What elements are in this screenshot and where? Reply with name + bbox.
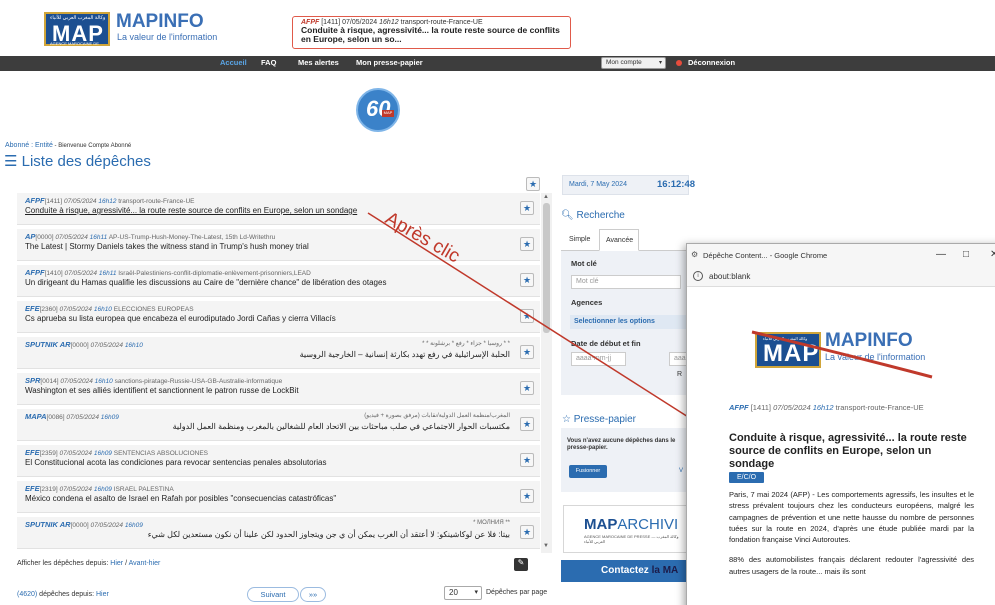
- dispatch-popup-window[interactable]: ⚙ Dépêche Content... - Google Chrome — □…: [686, 243, 995, 605]
- popup-title: Conduite à risque, agressivité... la rou…: [729, 432, 967, 471]
- strike-mark: [751, 330, 933, 379]
- popup-meta: AFPF [1411] 07/05/2024 16h12 transport-r…: [729, 403, 969, 412]
- popup-window-title: Dépêche Content... - Google Chrome: [703, 251, 828, 260]
- close-icon[interactable]: ✕: [990, 249, 995, 260]
- maximize-icon[interactable]: □: [963, 249, 969, 260]
- popup-body-p1: Paris, 7 mai 2024 (AFP) - Les comporteme…: [729, 490, 974, 544]
- popup-date: 07/05/2024: [773, 403, 811, 412]
- popup-id: [1411]: [750, 403, 771, 412]
- minimize-icon[interactable]: —: [936, 249, 946, 260]
- chrome-icon: ⚙: [691, 250, 699, 259]
- popup-category-badge: E/C/O: [729, 472, 764, 483]
- popup-time: 16h12: [812, 403, 834, 412]
- popup-url[interactable]: about:blank: [709, 272, 750, 281]
- popup-addressbar[interactable]: i about:blank: [687, 268, 995, 287]
- popup-agency: AFPF: [729, 403, 749, 412]
- popup-body: Paris, 7 mai 2024 (AFP) - Les comporteme…: [729, 489, 974, 577]
- popup-body-p2: 88% des automobilistes français déclaren…: [729, 555, 974, 576]
- info-icon: i: [693, 271, 703, 281]
- popup-titlebar[interactable]: ⚙ Dépêche Content... - Google Chrome — □…: [687, 244, 995, 268]
- popup-tag: transport-route-France-UE: [835, 403, 924, 412]
